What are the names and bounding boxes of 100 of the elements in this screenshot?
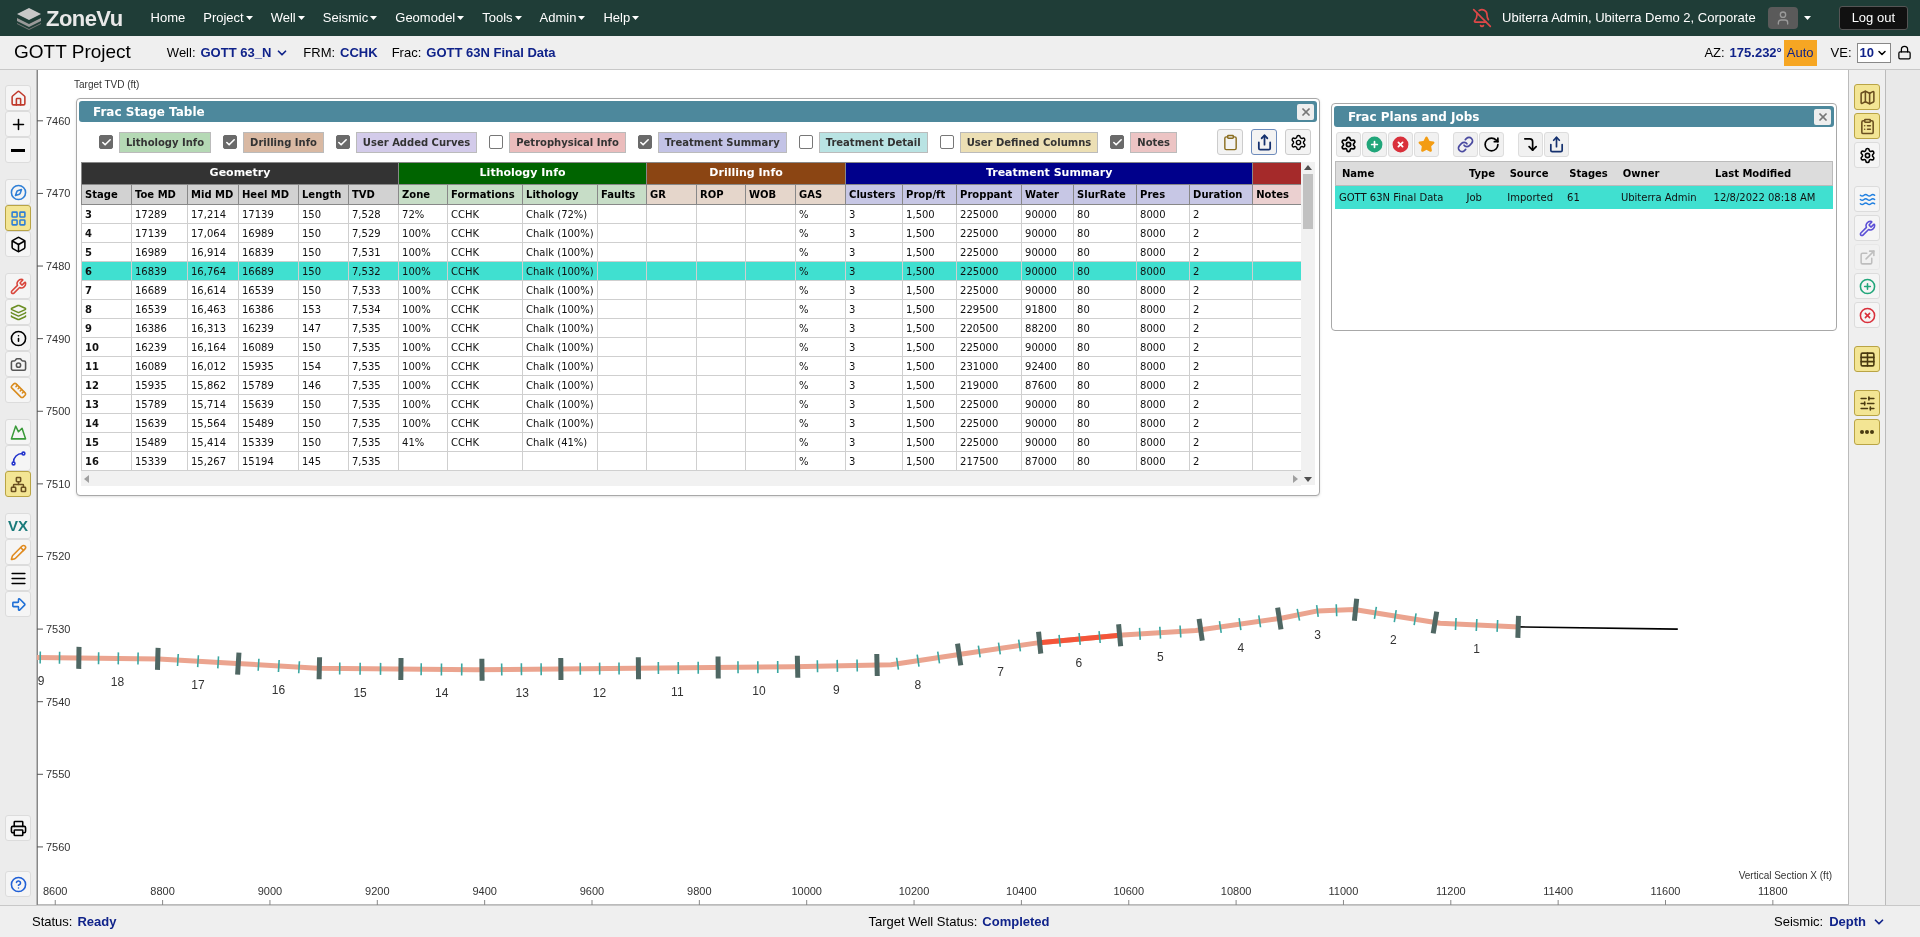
table-cell: 2 bbox=[1189, 413, 1253, 433]
table-cell: CCHK bbox=[447, 242, 523, 262]
ve-select[interactable]: 10 bbox=[1856, 42, 1891, 63]
table-cell: 3 bbox=[845, 356, 903, 376]
table-cell: % bbox=[795, 356, 846, 376]
table-cell: 16,012 bbox=[187, 356, 239, 376]
panel-title: Frac Plans and Jobs bbox=[1348, 108, 1480, 126]
table-cell: 8000 bbox=[1136, 337, 1190, 357]
azimuth-value: 175.232° bbox=[1729, 43, 1782, 62]
table-cell: 2 bbox=[1189, 375, 1253, 395]
table-cell: 154 bbox=[298, 356, 349, 376]
column-header[interactable]: Type bbox=[1462, 166, 1504, 181]
table-cell: 6 bbox=[81, 261, 132, 281]
menu-item[interactable]: Help bbox=[603, 8, 640, 28]
stage-label: 5 bbox=[1157, 649, 1164, 664]
user-name: Ubiterra Admin, Ubiterra Demo 2, Corporate bbox=[1502, 9, 1756, 28]
table-cell: 2 bbox=[1189, 337, 1253, 357]
table-cell: CCHK bbox=[447, 394, 523, 414]
table-cell-text: Imported bbox=[1506, 191, 1555, 205]
column-header[interactable]: Last Modified bbox=[1709, 166, 1832, 181]
table-cell: 3 bbox=[845, 280, 903, 300]
table-cell: % bbox=[795, 413, 846, 433]
seismic-dropdown[interactable]: Depth bbox=[1829, 911, 1886, 932]
table-cell: % bbox=[795, 280, 846, 300]
table-cell: 225000 bbox=[956, 394, 1022, 414]
column-header[interactable]: Owner bbox=[1616, 166, 1710, 181]
axis-label: 10800 bbox=[1220, 885, 1252, 897]
table-cell: 16386 bbox=[238, 299, 299, 319]
menu-item[interactable]: Well bbox=[270, 8, 305, 28]
table-cell: 80 bbox=[1073, 223, 1137, 243]
stage-label: 18 bbox=[110, 675, 125, 690]
table-cell: 15,714 bbox=[187, 394, 239, 414]
table-cell: 16239 bbox=[238, 318, 299, 338]
panel-title: Frac Stage Table bbox=[93, 103, 205, 121]
field-value: GOTT 63N Final Data bbox=[426, 43, 556, 62]
axis-label: 9600 bbox=[579, 885, 605, 897]
axis-label: 7460 bbox=[46, 114, 71, 127]
axis-label: 7470 bbox=[46, 187, 71, 200]
table-cell: Chalk (100%) bbox=[522, 413, 598, 433]
auto-button[interactable]: Auto bbox=[1783, 39, 1817, 66]
menu-item[interactable]: Project bbox=[203, 8, 253, 28]
axis-label: 10400 bbox=[1006, 885, 1037, 897]
table-cell: 3 bbox=[845, 299, 903, 319]
table-cell: 100% bbox=[398, 242, 448, 262]
table-cell: 90000 bbox=[1021, 223, 1074, 243]
table-cell: 16,614 bbox=[187, 280, 239, 300]
column-header[interactable]: Source bbox=[1503, 166, 1564, 181]
table-row[interactable]: GOTT 63N Final Data Job Imported 61 Ubiterra Admin 12/8/2022 08:18 AM bbox=[1335, 186, 1833, 209]
table-cell: 80 bbox=[1073, 394, 1137, 414]
table-cell: Chalk (72%) bbox=[522, 204, 598, 224]
menu-item[interactable]: Home bbox=[150, 8, 186, 28]
table-cell: 7,535 bbox=[348, 337, 399, 357]
table-cell: 90000 bbox=[1021, 204, 1074, 224]
table-cell: 3 bbox=[845, 394, 903, 414]
stage-label: 9 bbox=[37, 674, 45, 689]
table-cell: 15,862 bbox=[187, 375, 239, 395]
table-cell: 100% bbox=[398, 280, 448, 300]
table-cell: 15935 bbox=[131, 375, 188, 395]
stage-label: 16 bbox=[271, 682, 286, 697]
table-cell: 92400 bbox=[1021, 356, 1074, 376]
table-cell: Chalk (100%) bbox=[522, 337, 598, 357]
table-cell: 8000 bbox=[1136, 413, 1190, 433]
table-cell: 1,500 bbox=[902, 280, 957, 300]
column-header[interactable]: Stage bbox=[81, 184, 132, 205]
menu-item[interactable]: Seismic bbox=[322, 8, 378, 28]
table-cell: 16089 bbox=[238, 337, 299, 357]
column-header[interactable]: Stages bbox=[1563, 166, 1617, 181]
table-cell: 100% bbox=[398, 337, 448, 357]
stage-label: 9 bbox=[832, 682, 840, 697]
column-header[interactable]: Name bbox=[1336, 166, 1463, 181]
axis-label: 8800 bbox=[150, 885, 175, 897]
table-cell: 2 bbox=[1189, 432, 1253, 452]
stage-label: 14 bbox=[435, 686, 449, 701]
table-cell: Chalk (100%) bbox=[522, 223, 598, 243]
table-cell: 150 bbox=[298, 223, 349, 243]
stage-label: 8 bbox=[914, 677, 922, 692]
table-cell-text: Ubiterra Admin bbox=[1619, 191, 1698, 205]
table-cell: % bbox=[795, 261, 846, 281]
menu-item[interactable]: Tools bbox=[482, 8, 522, 28]
axis-label: 8600 bbox=[43, 885, 68, 897]
table-cell: 2 bbox=[1189, 280, 1253, 300]
axis-label: 11000 bbox=[1328, 885, 1359, 897]
logout-button[interactable]: Log out bbox=[1838, 6, 1908, 30]
table-cell: 87600 bbox=[1021, 375, 1074, 395]
table-cell: 8000 bbox=[1136, 261, 1190, 281]
table-cell: 12 bbox=[81, 375, 132, 395]
table-cell: 15339 bbox=[131, 451, 188, 471]
menu-item[interactable]: Admin bbox=[539, 8, 586, 28]
table-cell: 16 bbox=[81, 451, 132, 471]
table-cell: 7,529 bbox=[348, 223, 399, 243]
toolbar-button[interactable]: VX bbox=[5, 513, 31, 539]
table-cell: % bbox=[795, 223, 846, 243]
field-value: CCHK bbox=[340, 43, 378, 62]
table-cell: 225000 bbox=[956, 413, 1022, 433]
axis-label: 11200 bbox=[1435, 885, 1466, 897]
filter-label: Lithology Info bbox=[119, 131, 212, 153]
table-cell: CCHK bbox=[447, 337, 523, 357]
well-dropdown[interactable]: GOTT 63_N bbox=[200, 42, 290, 63]
stage-label: 11 bbox=[671, 684, 684, 699]
menu-item[interactable]: Geomodel bbox=[395, 8, 465, 28]
